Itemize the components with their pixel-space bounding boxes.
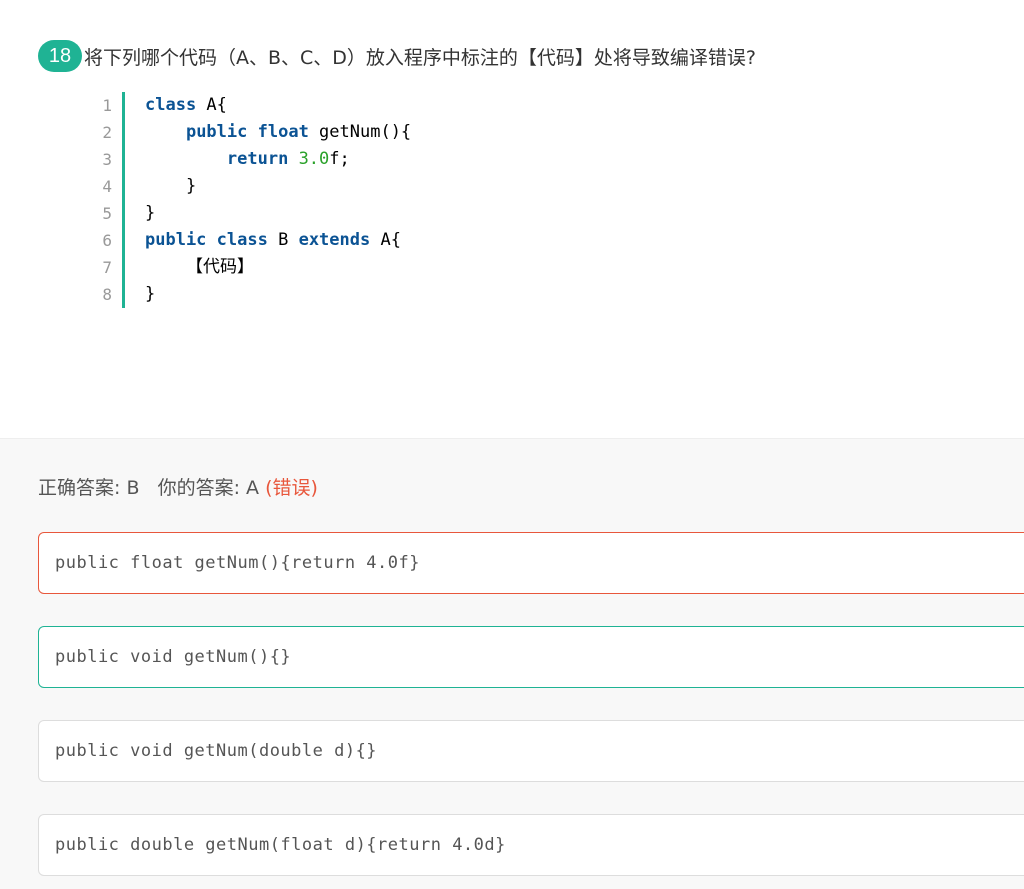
code-line: }: [145, 203, 156, 223]
code-line: }: [145, 284, 156, 304]
answer-summary: 正确答案: B 你的答案: A (错误): [38, 473, 318, 500]
code-line: class A{: [145, 95, 227, 115]
option-text: public void getNum(){}: [55, 647, 292, 667]
option-text: public void getNum(double d){}: [55, 741, 378, 761]
code-line: public class B extends A{: [145, 230, 401, 250]
answer-status: (错误): [265, 477, 318, 499]
correct-answer-label: 正确答案: B: [38, 477, 140, 499]
code-line: return 3.0f;: [226, 149, 350, 169]
code-line: }: [145, 176, 197, 196]
line-number: 1: [102, 96, 112, 115]
line-number: 2: [102, 123, 112, 142]
code-block: 1 2 3 4 5 6 7 8 class A{ public float ge…: [88, 92, 411, 308]
your-answer-label: 你的答案: A: [157, 477, 260, 499]
line-number: 3: [102, 150, 112, 169]
option-text: public float getNum(){return 4.0f}: [55, 553, 420, 573]
option-text: public double getNum(float d){return 4.0…: [55, 835, 506, 855]
line-number: 5: [102, 204, 112, 223]
line-number: 7: [102, 258, 112, 277]
code-line: 【代码】: [145, 257, 254, 277]
option-c[interactable]: public void getNum(double d){}: [38, 720, 1024, 782]
code-lines: class A{ public float getNum(){ return 3…: [125, 92, 411, 308]
line-number: 6: [102, 231, 112, 250]
line-number-gutter: 1 2 3 4 5 6 7 8: [88, 92, 125, 308]
option-a[interactable]: public float getNum(){return 4.0f}: [38, 532, 1024, 594]
question-header: 18 将下列哪个代码（A、B、C、D）放入程序中标注的【代码】处将导致编译错误?: [38, 38, 1024, 74]
line-number: 8: [102, 285, 112, 304]
question-number-badge: 18: [38, 40, 82, 72]
answer-area: 正确答案: B 你的答案: A (错误) public float getNum…: [0, 438, 1024, 889]
option-b[interactable]: public void getNum(){}: [38, 626, 1024, 688]
line-number: 4: [102, 177, 112, 196]
option-d[interactable]: public double getNum(float d){return 4.0…: [38, 814, 1024, 876]
question-text: 将下列哪个代码（A、B、C、D）放入程序中标注的【代码】处将导致编译错误?: [84, 46, 757, 69]
code-line: public float getNum(){: [185, 122, 412, 142]
